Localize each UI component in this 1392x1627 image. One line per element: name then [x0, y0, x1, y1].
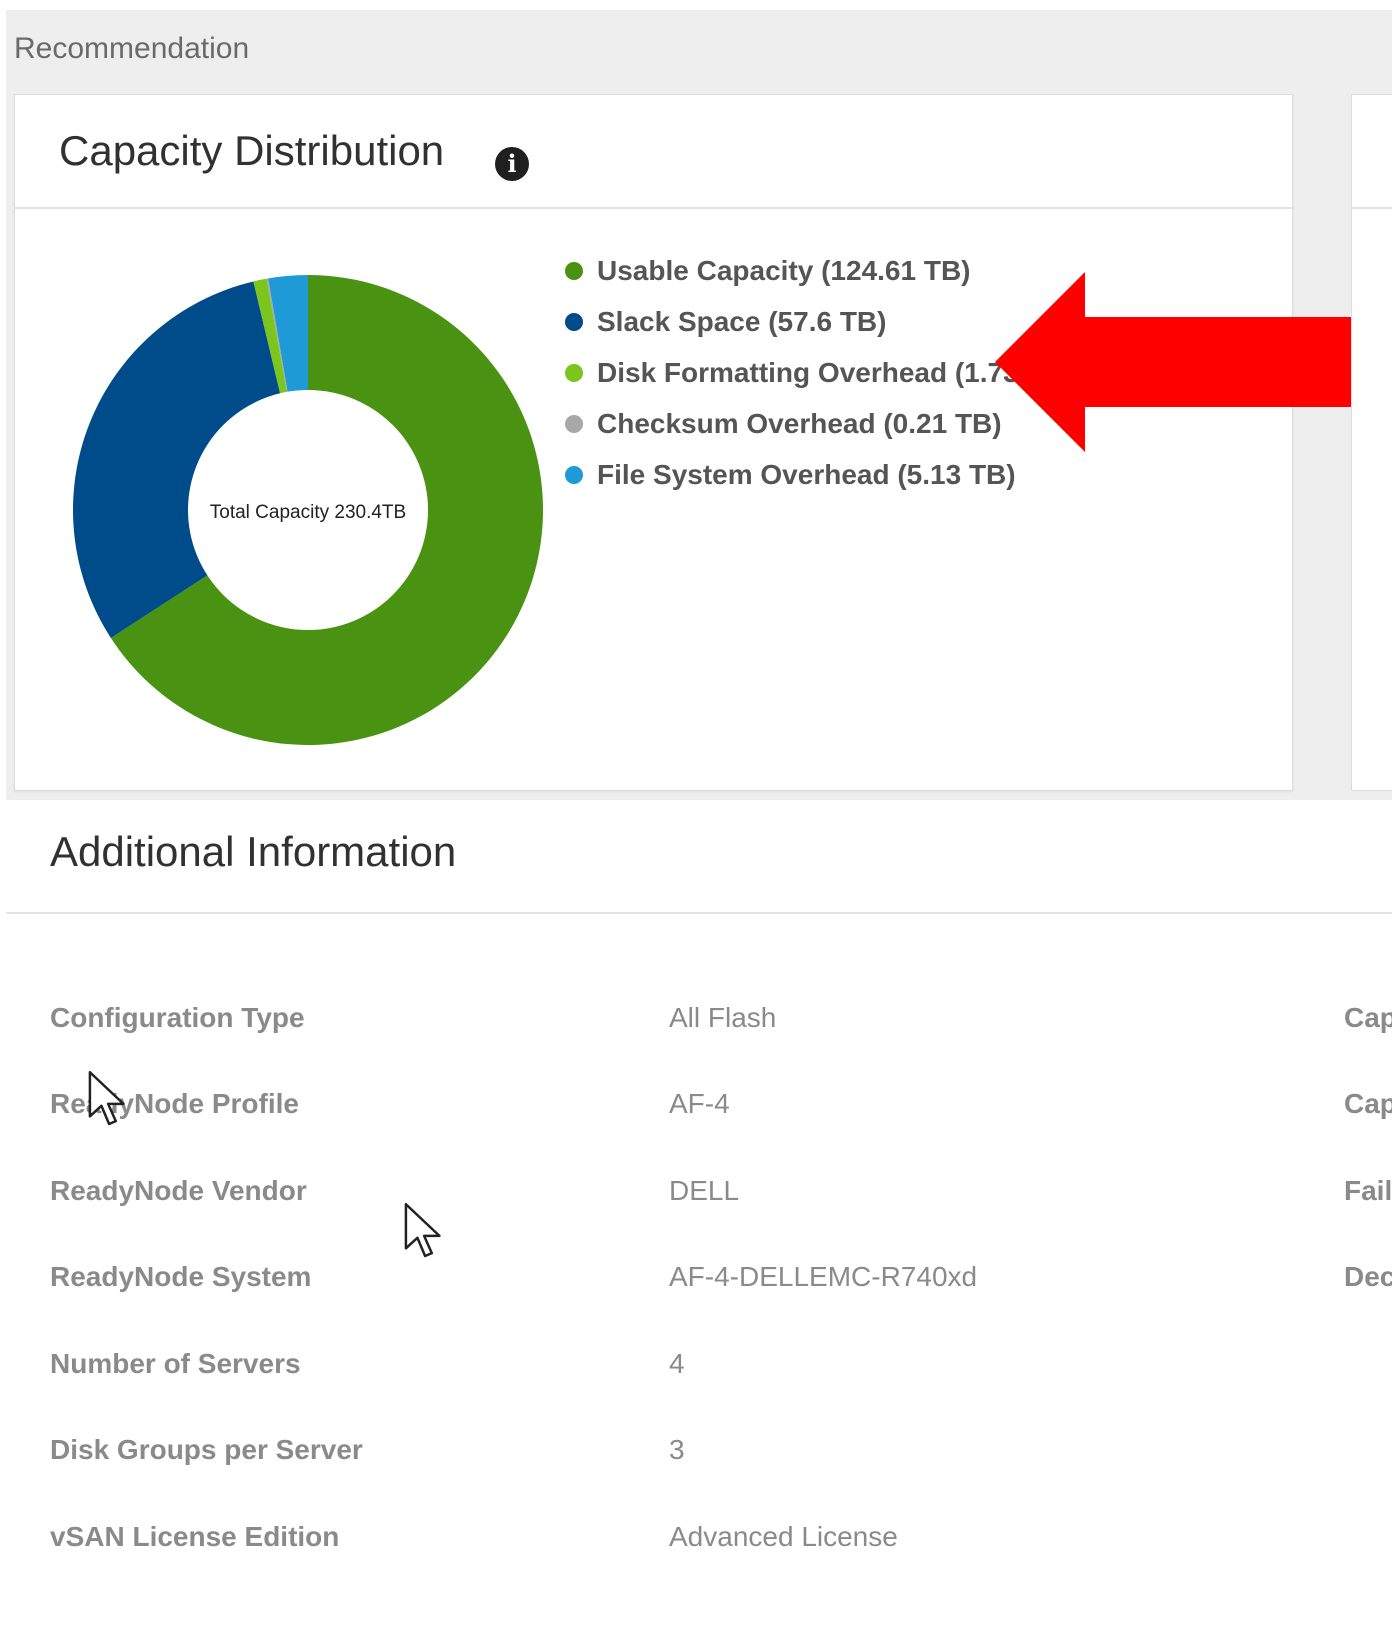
capacity-donut-chart: Total Capacity 230.4TB — [72, 275, 544, 745]
legend-dot — [565, 363, 583, 382]
right-column-label: Fail — [1344, 1175, 1392, 1206]
info-value: AF-4 — [669, 1088, 730, 1119]
info-row: ReadyNode Vendor DELL Fail — [6, 1175, 1392, 1235]
additional-info-header: Additional Information — [6, 800, 1392, 914]
legend-label: Checksum Overhead (0.21 TB) — [597, 407, 1002, 439]
info-row: ReadyNode System AF-4-DELLEMC-R740xd Dec — [6, 1261, 1392, 1321]
info-label: ReadyNode System — [50, 1261, 312, 1292]
info-label: ReadyNode Vendor — [50, 1175, 307, 1206]
legend-item[interactable]: File System Overhead (5.13 TB) — [565, 449, 1073, 500]
red-arrow-annotation — [995, 272, 1365, 452]
info-row: vSAN License Edition Advanced License — [6, 1521, 1392, 1581]
info-row: ReadyNode Profile AF-4 Cap — [6, 1088, 1392, 1148]
right-column-label: Dec — [1344, 1261, 1392, 1292]
info-label: vSAN License Edition — [50, 1521, 340, 1552]
info-label: Configuration Type — [50, 1002, 305, 1033]
mouse-cursor-icon — [88, 1071, 125, 1126]
legend-label: Slack Space (57.6 TB) — [597, 305, 887, 337]
info-value: 4 — [669, 1348, 685, 1379]
info-row: Disk Groups per Server 3 — [6, 1434, 1392, 1494]
info-value: AF-4-DELLEMC-R740xd — [669, 1261, 978, 1292]
info-value: 3 — [669, 1434, 685, 1465]
additional-info-title: Additional Information — [50, 828, 457, 875]
info-value: All Flash — [669, 1002, 777, 1033]
recommendation-label: Recommendation — [14, 32, 250, 65]
legend-label: Usable Capacity (124.61 TB) — [597, 254, 971, 286]
info-row: Configuration Type All Flash Cap — [6, 1002, 1392, 1062]
legend-label: File System Overhead (5.13 TB) — [597, 458, 1016, 490]
info-value: Advanced License — [669, 1521, 898, 1552]
right-column-label: Cap — [1344, 1088, 1392, 1119]
info-label: Number of Servers — [50, 1348, 301, 1379]
mouse-cursor-icon — [404, 1203, 441, 1258]
info-value: DELL — [669, 1175, 740, 1206]
legend-dot — [565, 312, 583, 331]
second-card-partial — [1351, 94, 1392, 791]
info-icon[interactable]: i — [495, 147, 529, 181]
info-label: Disk Groups per Server — [50, 1434, 363, 1465]
top-strip — [0, 0, 1392, 10]
legend-dot — [565, 261, 583, 280]
right-column-label: Cap — [1344, 1002, 1392, 1033]
donut-center-label: Total Capacity 230.4TB — [210, 502, 406, 523]
recommendation-area: Recommendation Capacity Distribution i T… — [6, 10, 1392, 800]
card-title: Capacity Distribution — [59, 127, 445, 174]
capacity-distribution-card: Capacity Distribution i Total Capacity 2… — [14, 94, 1365, 791]
card-header: Capacity Distribution i — [15, 95, 1292, 209]
legend-dot — [565, 465, 583, 484]
info-row: Number of Servers 4 — [6, 1348, 1392, 1408]
additional-information-section: Additional Information Configuration Typ… — [6, 800, 1392, 1627]
legend-dot — [565, 414, 583, 433]
second-card-header — [1352, 95, 1392, 209]
